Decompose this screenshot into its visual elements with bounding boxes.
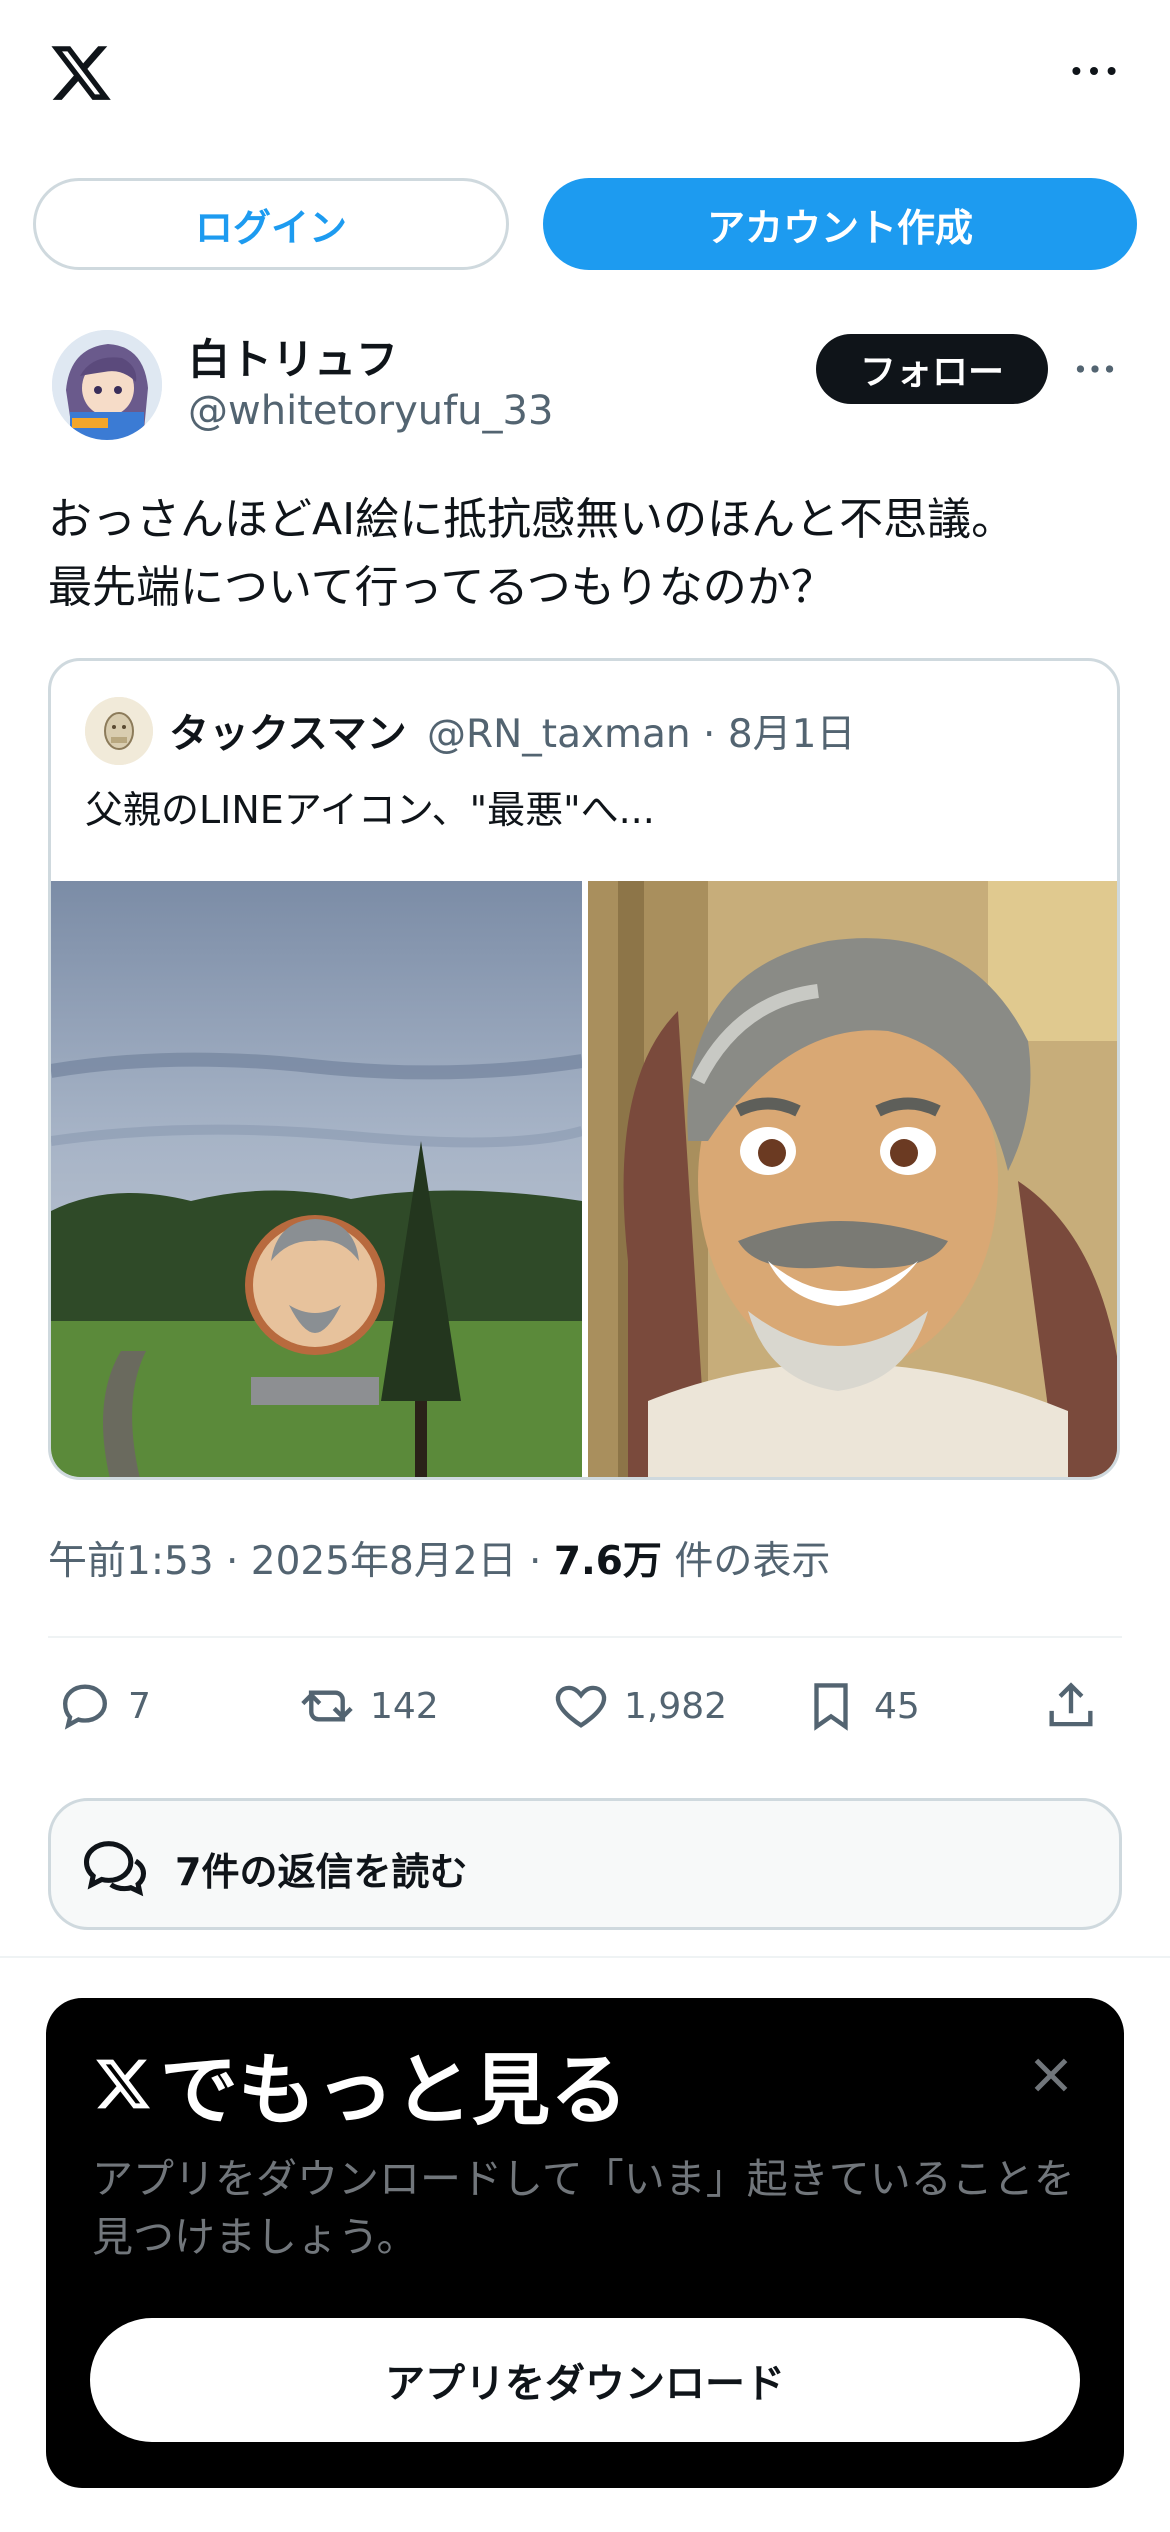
promo-title-text: でもっと見る — [160, 2046, 629, 2136]
post-actions: 7 142 1,982 45 — [48, 1666, 1122, 1746]
like-count: 1,982 — [624, 1685, 728, 1727]
reply-count: 7 — [128, 1685, 151, 1727]
read-replies-button[interactable]: 7件の返信を読む — [48, 1798, 1122, 1930]
follow-button[interactable]: フォロー — [816, 334, 1048, 404]
conversation-icon — [83, 1841, 147, 1897]
divider — [0, 1956, 1170, 1958]
bookmark-button[interactable]: 45 — [802, 1666, 920, 1746]
quoted-author-meta: @RN_taxman · 8月1日 — [427, 712, 856, 757]
author-name[interactable]: 白トリュフ — [188, 326, 398, 387]
post-text: おっさんほどAI絵に抵抗感無いのほんと不思議。 最先端について行ってるつもりなの… — [48, 494, 1016, 613]
promo-description: アプリをダウンロードして「いま」起きていることを見つけましょう。 — [92, 2155, 1075, 2261]
post-timestamp: 午前1:53 · 2025年8月2日 · 7.6万 件の表示 — [48, 1530, 830, 1586]
quoted-image-landscape[interactable] — [51, 881, 582, 1477]
auth-buttons: ログイン アカウント作成 — [33, 178, 1137, 270]
repost-button[interactable]: 142 — [298, 1666, 439, 1746]
author-avatar[interactable] — [52, 330, 162, 440]
views-count: 7.6万 — [553, 1539, 662, 1584]
author-handle[interactable]: @whitetoryufu_33 — [188, 388, 553, 434]
promo-title: でもっと見る — [92, 2034, 628, 2136]
download-app-button[interactable]: アプリをダウンロード — [90, 2318, 1080, 2442]
post-author: 白トリュフ @whitetoryufu_33 フォロー — [52, 326, 1122, 456]
quoted-author-avatar[interactable] — [85, 697, 153, 765]
divider — [48, 1636, 1122, 1638]
create-account-button[interactable]: アカウント作成 — [543, 178, 1137, 270]
read-replies-label: 7件の返信を読む — [175, 1850, 468, 1894]
heart-icon — [555, 1685, 607, 1728]
more-horizontal-icon[interactable] — [1064, 46, 1124, 96]
bookmark-count: 45 — [874, 1685, 920, 1727]
timestamp-text[interactable]: 午前1:53 · 2025年8月2日 · — [48, 1539, 554, 1584]
reply-button[interactable]: 7 — [56, 1666, 151, 1746]
x-logo-icon[interactable] — [46, 40, 116, 106]
top-bar — [0, 0, 1170, 150]
quoted-post[interactable]: タックスマン @RN_taxman · 8月1日 父親のLINEアイコン、"最悪… — [48, 658, 1120, 1480]
app-promo-card: でもっと見る アプリをダウンロードして「いま」起きていることを見つけましょう。 … — [46, 1998, 1124, 2488]
quoted-post-text: 父親のLINEアイコン、"最悪"へ... — [85, 788, 655, 832]
bookmark-icon — [814, 1683, 848, 1731]
post-more-icon[interactable] — [1068, 342, 1122, 396]
share-button[interactable] — [1042, 1666, 1114, 1746]
close-icon[interactable] — [1026, 2050, 1076, 2100]
repost-icon — [301, 1690, 353, 1722]
reply-icon — [63, 1684, 107, 1730]
views-suffix: 件の表示 — [661, 1539, 831, 1584]
quoted-image-portrait[interactable] — [588, 881, 1117, 1477]
repost-count: 142 — [370, 1685, 439, 1727]
login-button[interactable]: ログイン — [33, 178, 509, 270]
quoted-author-name: タックスマン — [169, 711, 407, 757]
quoted-post-media — [51, 881, 1117, 1477]
like-button[interactable]: 1,982 — [552, 1666, 727, 1746]
share-icon — [1049, 1682, 1093, 1727]
x-logo-icon — [96, 2059, 151, 2109]
